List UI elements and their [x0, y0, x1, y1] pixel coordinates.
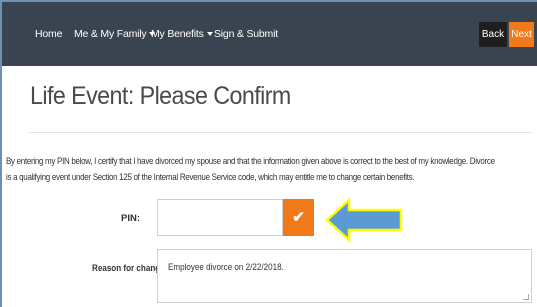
- title-divider: [28, 132, 533, 133]
- reason-label: Reason for change:: [92, 263, 168, 274]
- resize-grip[interactable]: [523, 294, 529, 300]
- pin-input[interactable]: [157, 199, 283, 236]
- nav-item-me-and-my-family[interactable]: Me & My Family: [74, 28, 156, 40]
- nav-item-my-benefits[interactable]: My Benefits: [151, 28, 213, 40]
- reason-value: Employee divorce on 2/22/2018.: [168, 262, 284, 273]
- caret-down-icon: [206, 32, 213, 37]
- certification-line-2: is a qualifying event under Section 125 …: [6, 172, 415, 182]
- pin-label: PIN:: [121, 213, 140, 224]
- pin-confirm-button[interactable]: ✔: [283, 199, 314, 236]
- certification-text: By entering my PIN below, I certify that…: [6, 153, 537, 185]
- reason-textarea[interactable]: Employee divorce on 2/22/2018.: [157, 249, 532, 303]
- certification-line-1: By entering my PIN below, I certify that…: [6, 156, 495, 166]
- pointer-arrow-icon: [325, 197, 403, 243]
- nav-item-home[interactable]: Home: [35, 28, 62, 40]
- nav-item-sign-and-submit[interactable]: Sign & Submit: [214, 28, 278, 40]
- checkmark-icon: ✔: [292, 209, 305, 226]
- next-button[interactable]: Next: [509, 22, 534, 47]
- page-title: Life Event: Please Confirm: [30, 82, 291, 110]
- top-navbar: Home Me & My Family My Benefits Sign & S…: [2, 2, 537, 66]
- back-button[interactable]: Back: [479, 22, 507, 47]
